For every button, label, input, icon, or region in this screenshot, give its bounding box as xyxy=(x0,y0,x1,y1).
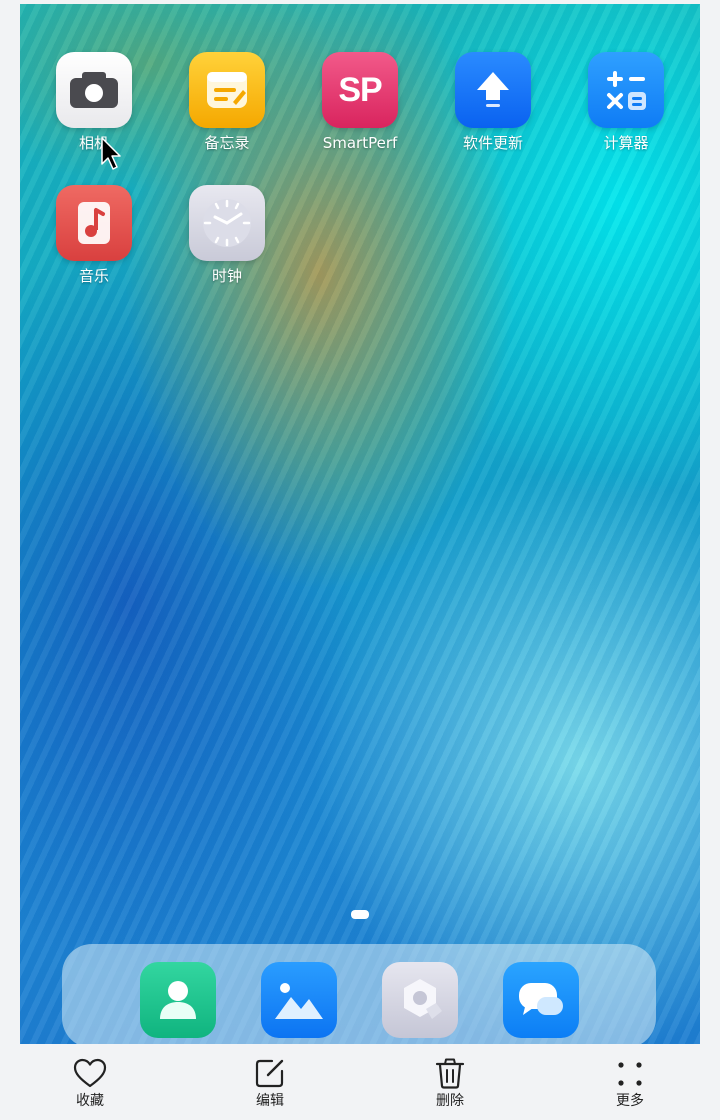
gallery-icon[interactable] xyxy=(261,962,337,1038)
messages-icon[interactable] xyxy=(503,962,579,1038)
wallpaper-texture xyxy=(20,4,700,1044)
favorite-label: 收藏 xyxy=(76,1093,104,1109)
contacts-icon[interactable] xyxy=(140,962,216,1038)
edit-icon xyxy=(230,1056,310,1090)
more-button[interactable]: 更多 xyxy=(590,1056,670,1109)
heart-icon xyxy=(50,1056,130,1090)
app-camera[interactable]: 相机 xyxy=(39,52,149,152)
mouse-pointer-icon xyxy=(100,136,122,176)
music-icon xyxy=(56,185,132,261)
calculator-icon xyxy=(588,52,664,128)
app-software-update[interactable]: 软件更新 xyxy=(438,52,548,152)
page-indicator xyxy=(351,910,369,919)
app-smartperf[interactable]: SP SmartPerf xyxy=(305,52,415,152)
more-label: 更多 xyxy=(616,1093,644,1109)
app-notes[interactable]: 备忘录 xyxy=(172,52,282,152)
more-icon xyxy=(590,1056,670,1090)
app-label: SmartPerf xyxy=(322,134,398,152)
software-update-icon xyxy=(455,52,531,128)
smartperf-logo-text: SP xyxy=(338,70,382,109)
settings-icon[interactable] xyxy=(382,962,458,1038)
screenshot-frame: 相机 备忘录 SP SmartPerf 软件更新 计算器 音乐 时钟 收藏 编辑… xyxy=(0,0,720,1120)
app-label: 计算器 xyxy=(603,134,649,152)
delete-button[interactable]: 删除 xyxy=(410,1056,490,1109)
trash-icon xyxy=(410,1056,490,1090)
clock-icon xyxy=(189,185,265,261)
app-label: 音乐 xyxy=(78,267,109,285)
notepad-icon xyxy=(189,52,265,128)
app-label: 时钟 xyxy=(211,267,242,285)
app-label: 相机 xyxy=(78,134,109,152)
app-label: 备忘录 xyxy=(204,134,250,152)
edit-button[interactable]: 编辑 xyxy=(230,1056,310,1109)
phone-screen-preview: 相机 备忘录 SP SmartPerf 软件更新 计算器 音乐 时钟 xyxy=(20,4,700,1044)
app-clock[interactable]: 时钟 xyxy=(172,185,282,285)
app-calculator[interactable]: 计算器 xyxy=(571,52,681,152)
bottom-action-bar: 收藏 编辑 删除 更多 xyxy=(0,1044,720,1120)
app-music[interactable]: 音乐 xyxy=(39,185,149,285)
delete-label: 删除 xyxy=(436,1093,464,1109)
app-label: 软件更新 xyxy=(462,134,523,152)
favorite-button[interactable]: 收藏 xyxy=(50,1056,130,1109)
smartperf-icon: SP xyxy=(322,52,398,128)
edit-label: 编辑 xyxy=(256,1093,284,1109)
camera-icon xyxy=(56,52,132,128)
